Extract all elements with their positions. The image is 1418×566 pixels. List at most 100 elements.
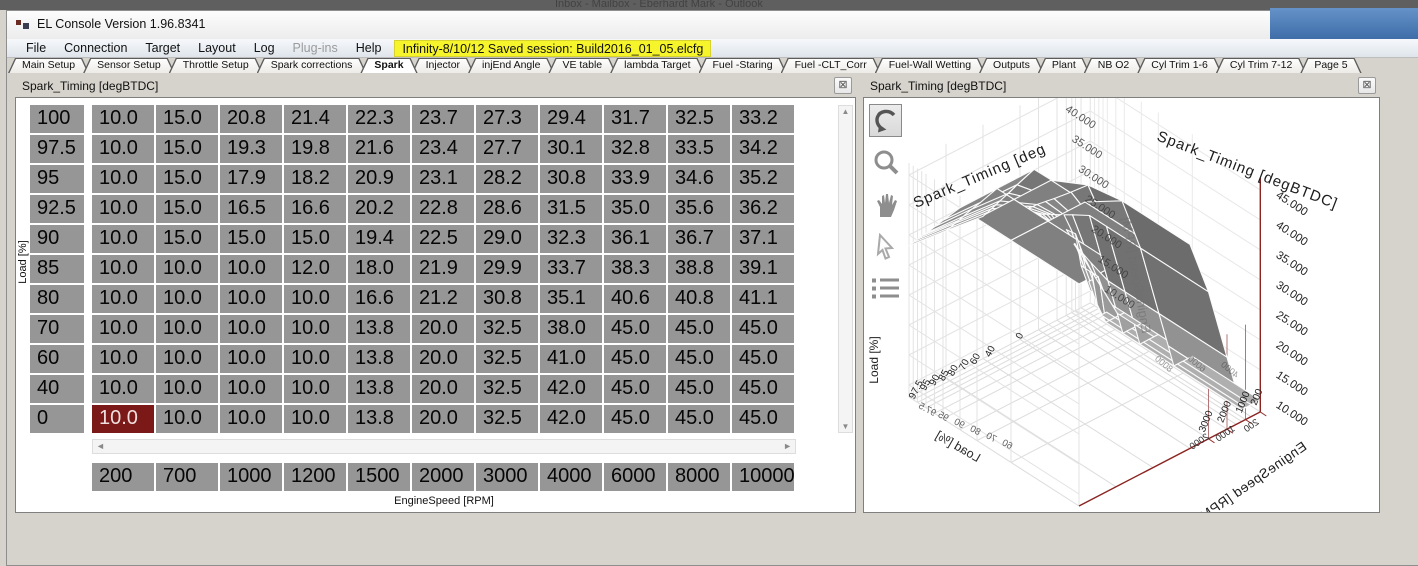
load-row-header[interactable]: 40 [30,375,84,403]
tab-page-5[interactable]: Page 5 [1300,58,1361,73]
load-row-header[interactable]: 80 [30,285,84,313]
table-cell[interactable]: 10.0 [92,225,154,253]
table-cell[interactable]: 45.0 [668,375,730,403]
table-cell[interactable]: 38.3 [604,255,666,283]
table-cell[interactable]: 32.8 [604,135,666,163]
table-cell[interactable]: 10.0 [156,345,218,373]
table-cell[interactable]: 45.0 [604,375,666,403]
table-cell[interactable]: 10.0 [156,405,218,433]
table-cell[interactable]: 31.5 [540,195,602,223]
table-cell[interactable]: 20.9 [348,165,410,193]
table-cell[interactable]: 23.7 [412,105,474,133]
table-cell[interactable]: 22.3 [348,105,410,133]
tab-ve-table[interactable]: VE table [548,58,616,73]
zoom-tool-icon[interactable] [869,146,902,179]
menu-item-help[interactable]: Help [347,40,391,56]
scroll-up-icon[interactable]: ▲ [839,107,852,116]
load-row-header[interactable]: 100 [30,105,84,133]
load-row-header[interactable]: 0 [30,405,84,433]
table-cell[interactable]: 31.7 [604,105,666,133]
table-cell[interactable]: 30.8 [540,165,602,193]
table-cell[interactable]: 19.8 [284,135,346,163]
tab-spark-corrections[interactable]: Spark corrections [257,58,367,73]
table-cell[interactable]: 45.0 [668,405,730,433]
tab-lambda-target[interactable]: lambda Target [610,58,704,73]
table-cell[interactable]: 34.2 [732,135,794,163]
rpm-column-header[interactable]: 1000 [220,463,282,491]
table-cell[interactable]: 13.8 [348,375,410,403]
table-cell[interactable]: 10.0 [220,405,282,433]
table-cell[interactable]: 45.0 [668,315,730,343]
table-cell[interactable]: 10.0 [92,375,154,403]
table-cell[interactable]: 10.0 [220,375,282,403]
table-cell[interactable]: 16.6 [284,195,346,223]
load-row-header[interactable]: 60 [30,345,84,373]
table-cell[interactable]: 42.0 [540,405,602,433]
menu-item-connection[interactable]: Connection [55,40,136,56]
table-cell[interactable]: 45.0 [732,375,794,403]
rpm-column-header[interactable]: 10000 [732,463,794,491]
table-cell[interactable]: 15.0 [284,225,346,253]
table-cell[interactable]: 29.4 [540,105,602,133]
load-row-header[interactable]: 90 [30,225,84,253]
table-cell[interactable]: 16.6 [348,285,410,313]
table-cell[interactable]: 34.6 [668,165,730,193]
load-row-header[interactable]: 95 [30,165,84,193]
rpm-column-header[interactable]: 200 [92,463,154,491]
rpm-column-header[interactable]: 3000 [476,463,538,491]
table-cell[interactable]: 32.5 [476,315,538,343]
table-cell[interactable]: 32.5 [476,405,538,433]
table-cell[interactable]: 42.0 [540,375,602,403]
title-bar[interactable]: EL Console Version 1.96.8341 [7,11,1418,39]
table-cell[interactable]: 28.2 [476,165,538,193]
rpm-column-header[interactable]: 700 [156,463,218,491]
table-cell[interactable]: 30.1 [540,135,602,163]
table-cell[interactable]: 45.0 [604,405,666,433]
tab-injector[interactable]: Injector [412,58,474,73]
table-cell[interactable]: 33.5 [668,135,730,163]
table-cell[interactable]: 13.8 [348,405,410,433]
table-cell[interactable]: 27.3 [476,105,538,133]
table-cell[interactable]: 33.7 [540,255,602,283]
tab-fuel-clt-corr[interactable]: Fuel -CLT_Corr [781,58,881,73]
table-cell[interactable]: 32.5 [476,345,538,373]
rpm-column-header[interactable]: 1500 [348,463,410,491]
plot-panel-detach-icon[interactable]: ⊠ [1358,77,1376,94]
table-cell[interactable]: 10.0 [92,255,154,283]
pan-tool-icon[interactable] [869,188,902,221]
load-row-header[interactable]: 70 [30,315,84,343]
tab-nb-o2[interactable]: NB O2 [1084,58,1144,73]
rpm-column-header[interactable]: 6000 [604,463,666,491]
scroll-down-icon[interactable]: ▼ [839,422,852,431]
table-cell[interactable]: 13.8 [348,345,410,373]
table-cell[interactable]: 10.0 [92,195,154,223]
tab-throttle-setup[interactable]: Throttle Setup [169,58,263,73]
table-cell[interactable]: 33.2 [732,105,794,133]
table-cell-selected[interactable]: 10.0 [92,405,154,433]
table-cell[interactable]: 21.6 [348,135,410,163]
table-cell[interactable]: 21.4 [284,105,346,133]
table-cell[interactable]: 15.0 [156,105,218,133]
table-cell[interactable]: 22.5 [412,225,474,253]
table-cell[interactable]: 15.0 [220,225,282,253]
table-cell[interactable]: 20.2 [348,195,410,223]
table-cell[interactable]: 15.0 [156,195,218,223]
table-cell[interactable]: 45.0 [604,315,666,343]
table-cell[interactable]: 13.8 [348,315,410,343]
table-cell[interactable]: 22.8 [412,195,474,223]
vertical-scrollbar[interactable]: ▲ ▼ [838,105,853,433]
rpm-column-header[interactable]: 1200 [284,463,346,491]
table-cell[interactable]: 15.0 [156,165,218,193]
load-row-header[interactable]: 85 [30,255,84,283]
tab-sensor-setup[interactable]: Sensor Setup [83,58,175,73]
tab-fuel-wall-wetting[interactable]: Fuel-Wall Wetting [875,58,985,73]
table-cell[interactable]: 35.2 [732,165,794,193]
table-cell[interactable]: 21.9 [412,255,474,283]
table-cell[interactable]: 10.0 [220,315,282,343]
table-cell[interactable]: 29.9 [476,255,538,283]
scroll-left-icon[interactable]: ◄ [96,441,105,451]
table-cell[interactable]: 40.6 [604,285,666,313]
scroll-right-icon[interactable]: ► [783,441,792,451]
table-cell[interactable]: 40.8 [668,285,730,313]
table-cell[interactable]: 45.0 [732,405,794,433]
